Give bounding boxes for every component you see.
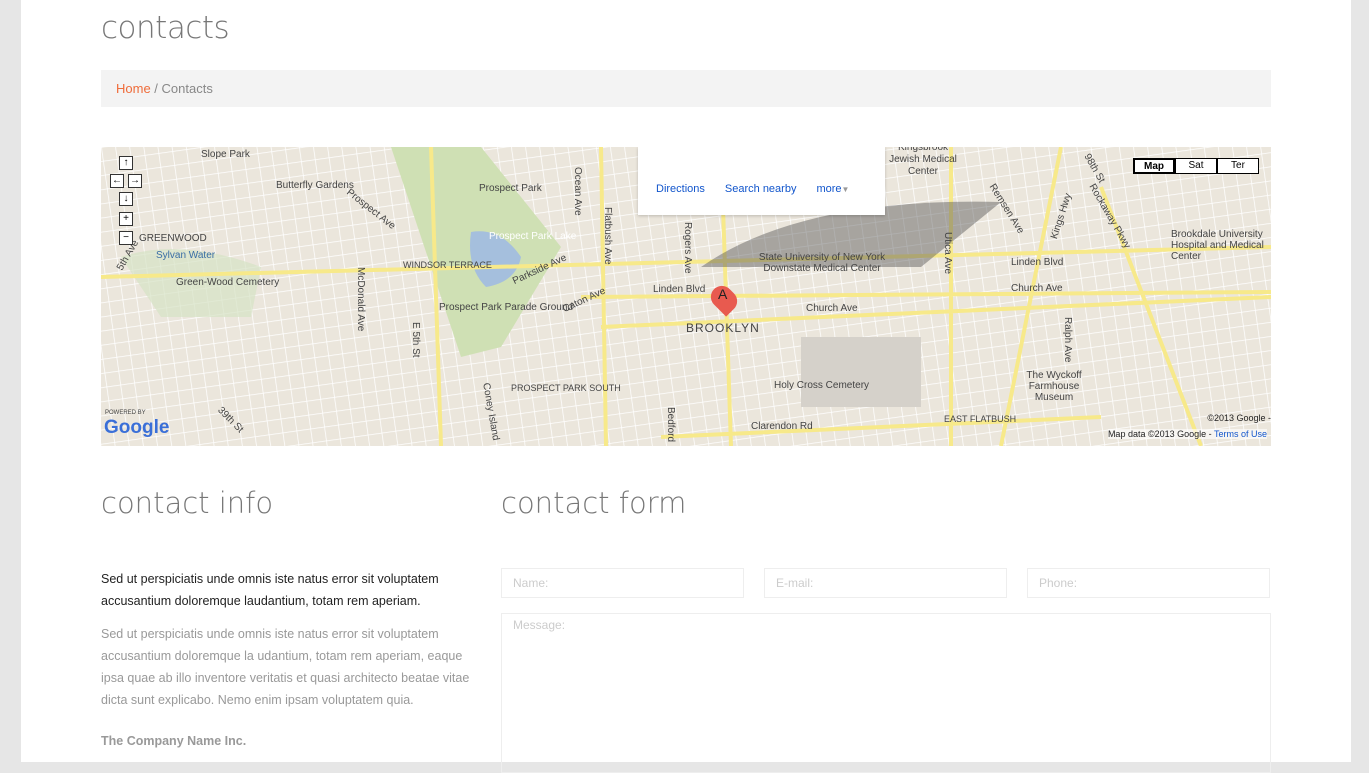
more-link[interactable]: more▼ <box>816 183 849 195</box>
map-label: McDonald Ave <box>355 267 366 332</box>
map-label: Brookdale University Hospital and Medica… <box>1171 229 1264 262</box>
map-label: Utica Ave <box>942 232 953 275</box>
contact-form-title: contact form <box>501 486 687 520</box>
map-label: BROOKLYN <box>686 321 760 335</box>
pan-up-button[interactable]: ↑ <box>119 156 133 170</box>
breadcrumb-current: Contacts <box>161 81 213 96</box>
map-data-label: Map data ©2013 Google - <box>1107 429 1212 439</box>
email-input[interactable]: E-mail: <box>764 568 1007 598</box>
map-label: Green-Wood Cemetery <box>176 277 280 288</box>
page-title: contacts <box>101 10 230 46</box>
powered-by-label: POWERED BY <box>105 410 146 416</box>
map-label: PROSPECT PARK SOUTH <box>511 383 621 393</box>
contact-info-lead: Sed ut perspiciatis unde omnis iste natu… <box>101 572 439 608</box>
map-label: Linden Blvd <box>1011 257 1064 268</box>
google-map[interactable]: ↑ ← → ↓ + − Slope Park Butterfly Gardens… <box>101 147 1271 446</box>
map-label: Kingsbrook Jewish Medical Center <box>889 147 957 177</box>
search-nearby-link[interactable]: Search nearby <box>725 183 797 195</box>
map-type-map[interactable]: Map <box>1133 158 1175 174</box>
zoom-in-button[interactable]: + <box>119 212 133 226</box>
map-label: Sylvan Water <box>156 250 216 261</box>
breadcrumb-home-link[interactable]: Home <box>116 81 151 96</box>
name-input[interactable]: Name: <box>501 568 744 598</box>
map-attribution: Map data ©2013 Google - Terms of Use <box>1107 429 1267 439</box>
map-marker-label: A <box>718 286 728 302</box>
map-label: Church Ave <box>806 303 858 314</box>
more-label: more <box>816 183 842 195</box>
copyright: ©2013 Google - <box>1207 413 1271 423</box>
google-logo: Google <box>104 417 170 438</box>
pan-right-button[interactable]: → <box>128 174 142 188</box>
map-label: Bedford <box>665 407 676 443</box>
map-label: State University of New York Downstate M… <box>758 252 886 274</box>
map-label: GREENWOOD <box>139 233 207 244</box>
breadcrumb-separator: / <box>150 81 162 96</box>
message-textarea[interactable]: Message: <box>501 613 1271 773</box>
page: contacts Home / Contacts ↑ ← → ↓ + − Slo… <box>21 0 1351 773</box>
directions-link[interactable]: Directions <box>656 183 705 195</box>
map-type-sat[interactable]: Sat <box>1175 158 1217 174</box>
map-label: The Wyckoff Farmhouse Museum <box>1026 370 1082 403</box>
map-type-control: Map Sat Ter <box>1133 158 1259 174</box>
pan-left-button[interactable]: ← <box>110 174 124 188</box>
map-label: Butterfly Gardens <box>276 180 354 191</box>
phone-input[interactable]: Phone: <box>1027 568 1270 598</box>
contact-info-body: Sed ut perspiciatis unde omnis iste natu… <box>101 627 470 707</box>
map-label: Linden Blvd <box>653 284 706 295</box>
map-label: Flatbush Ave <box>602 207 613 265</box>
map-label: WINDSOR TERRACE <box>403 260 492 270</box>
map-label: Ocean Ave <box>572 167 583 216</box>
map-label: EAST FLATBUSH <box>944 414 1017 424</box>
company-name: The Company Name Inc. <box>101 734 247 748</box>
map-label: Prospect Park Lake <box>489 231 577 242</box>
pan-down-button[interactable]: ↓ <box>119 192 133 206</box>
map-label: Church Ave <box>1011 283 1063 294</box>
map-info-bubble: Directions Search nearby more▼ <box>638 147 885 215</box>
map-label: Clarendon Rd <box>751 421 813 432</box>
map-type-ter[interactable]: Ter <box>1217 158 1259 174</box>
chevron-down-icon: ▼ <box>841 185 850 194</box>
map-label: Prospect Park <box>479 183 542 194</box>
map-label: E 5th St <box>410 322 421 358</box>
map-label: Holy Cross Cemetery <box>774 380 870 391</box>
map-label: Rogers Ave <box>682 222 693 274</box>
map-label: Ralph Ave <box>1062 317 1073 363</box>
breadcrumb: Home / Contacts <box>101 70 1271 107</box>
map-label: Slope Park <box>201 149 250 160</box>
terms-link[interactable]: Terms of Use <box>1214 429 1267 439</box>
map-label: Prospect Park Parade Ground <box>439 302 573 313</box>
contact-info-title: contact info <box>101 486 274 520</box>
